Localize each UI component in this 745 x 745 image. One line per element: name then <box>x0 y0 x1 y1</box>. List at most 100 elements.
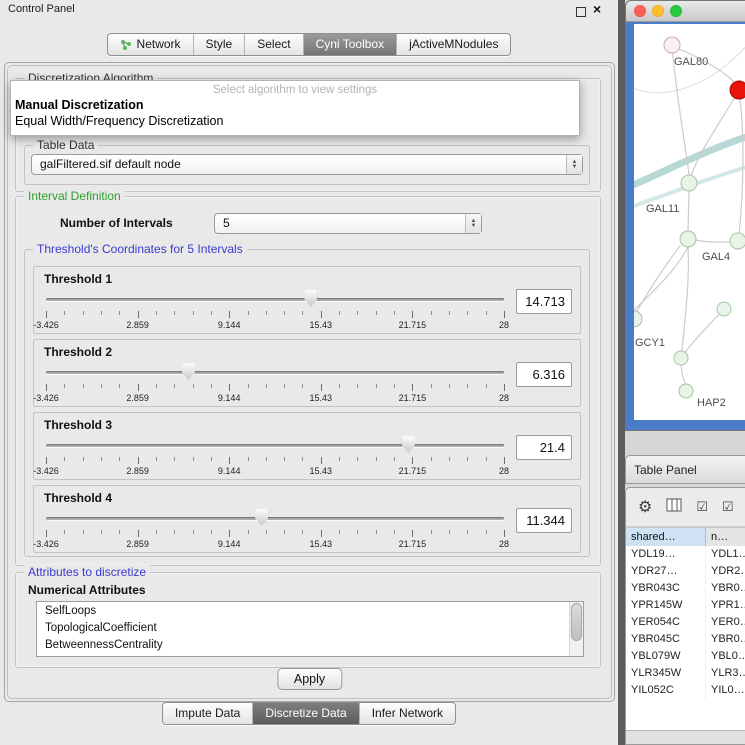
cell-shared-name[interactable]: YBR043C <box>626 580 706 597</box>
threshold-slider[interactable]: -3.4262.8599.14415.4321.71528 <box>46 289 504 331</box>
threshold-slider[interactable]: -3.4262.8599.14415.4321.71528 <box>46 362 504 404</box>
network-node[interactable] <box>681 175 697 191</box>
network-node[interactable] <box>664 37 680 53</box>
gear-icon[interactable]: ⚙ <box>638 497 652 517</box>
columns-icon[interactable] <box>666 498 682 517</box>
network-node[interactable] <box>679 384 693 398</box>
float-window-icon[interactable] <box>576 7 586 17</box>
close-icon[interactable]: × <box>593 1 601 17</box>
cell-name[interactable]: YDL1… <box>706 546 745 563</box>
table-row[interactable]: YER054C YER0… <box>626 614 745 631</box>
table-row[interactable]: YBR045C YBR0… <box>626 631 745 648</box>
slider-thumb[interactable] <box>304 290 317 307</box>
attribute-list-item[interactable]: SelfLoops <box>37 602 583 619</box>
threshold-value-field[interactable]: 6.316 <box>516 362 572 387</box>
table-row[interactable]: YLR345W YLR3… <box>626 665 745 682</box>
tab-cyni-toolbox[interactable]: Cyni Toolbox <box>303 34 396 55</box>
cell-name[interactable]: YBL0… <box>706 648 745 665</box>
slider-thumb[interactable] <box>255 509 268 526</box>
slider-thumb[interactable] <box>402 436 415 453</box>
cell-name[interactable]: YBR0… <box>706 631 745 648</box>
dropdown-option-equal-width-frequency[interactable]: Equal Width/Frequency Discretization <box>11 112 579 128</box>
tab-jactivemnodules[interactable]: jActiveMNodules <box>396 34 510 55</box>
column-header-name[interactable]: n… <box>706 528 745 548</box>
network-edge[interactable] <box>739 90 743 236</box>
slider-track[interactable] <box>46 298 504 301</box>
number-of-intervals-combobox[interactable]: 5 ▲▼ <box>214 213 482 234</box>
network-node[interactable] <box>680 231 696 247</box>
network-edge[interactable] <box>681 364 686 385</box>
apply-button[interactable]: Apply <box>277 668 342 690</box>
network-edge[interactable] <box>634 246 680 316</box>
network-window-titlebar[interactable] <box>626 1 745 22</box>
zoom-traffic-light-icon[interactable] <box>670 5 682 17</box>
select-all-icon[interactable]: ☑ <box>722 499 734 515</box>
close-traffic-light-icon[interactable] <box>634 5 646 17</box>
table-row[interactable]: YBL079W YBL0… <box>626 648 745 665</box>
tab-discretize-data[interactable]: Discretize Data <box>252 703 358 724</box>
threshold-body: -3.4262.8599.14415.4321.71528 11.344 <box>46 508 572 550</box>
network-edge[interactable] <box>684 309 724 354</box>
tab-network[interactable]: Network <box>108 34 193 55</box>
network-edge[interactable] <box>688 191 689 231</box>
threshold-slider[interactable]: -3.4262.8599.14415.4321.71528 <box>46 435 504 477</box>
column-header-shared-name[interactable]: shared… <box>626 528 706 548</box>
network-edge[interactable] <box>682 247 688 351</box>
combobox-stepper-icon[interactable]: ▲▼ <box>465 214 481 233</box>
scrollbar[interactable] <box>569 602 583 656</box>
cell-shared-name[interactable]: YBL079W <box>626 648 706 665</box>
inner-panel: Discretization Algorithm Table Data galF… <box>7 65 612 699</box>
threshold-value-field[interactable]: 14.713 <box>516 289 572 314</box>
table-row[interactable]: YDL19… YDL1… <box>626 546 745 563</box>
attribute-list-item[interactable]: TopologicalCoefficient <box>37 619 583 636</box>
tick-mark <box>46 311 47 318</box>
select-columns-icon[interactable]: ☑ <box>696 499 708 515</box>
table-row[interactable]: YBR043C YBR0… <box>626 580 745 597</box>
table-row[interactable]: YIL052C YIL0… <box>626 682 745 699</box>
cell-name[interactable]: YBR0… <box>706 580 745 597</box>
attributes-list[interactable]: SelfLoopsTopologicalCoefficientBetweenne… <box>36 601 584 657</box>
threshold-value-field[interactable]: 21.4 <box>516 435 572 460</box>
tab-style[interactable]: Style <box>193 34 245 55</box>
table-row[interactable]: YPR145W YPR1… <box>626 597 745 614</box>
threshold-slider[interactable]: -3.4262.8599.14415.4321.71528 <box>46 508 504 550</box>
network-node[interactable] <box>634 311 642 327</box>
tab-select[interactable]: Select <box>244 34 302 55</box>
table-row[interactable]: YDR27… YDR2… <box>626 563 745 580</box>
network-node[interactable] <box>730 233 745 249</box>
network-edge[interactable] <box>691 90 739 176</box>
combobox-stepper-icon[interactable]: ▲▼ <box>566 155 582 174</box>
slider-thumb[interactable] <box>182 363 195 380</box>
cell-shared-name[interactable]: YDL19… <box>626 546 706 563</box>
attribute-list-item[interactable]: BetweennessCentrality <box>37 636 583 653</box>
cell-shared-name[interactable]: YER054C <box>626 614 706 631</box>
cell-shared-name[interactable]: YLR345W <box>626 665 706 682</box>
cell-name[interactable]: YIL0… <box>706 682 745 699</box>
threshold-value-field[interactable]: 11.344 <box>516 508 572 533</box>
cell-name[interactable]: YPR1… <box>706 597 745 614</box>
network-node[interactable] <box>674 351 688 365</box>
cell-shared-name[interactable]: YBR045C <box>626 631 706 648</box>
horizontal-scrollbar[interactable] <box>626 730 745 744</box>
cell-shared-name[interactable]: YPR145W <box>626 597 706 614</box>
tick-mark <box>467 530 468 534</box>
cell-shared-name[interactable]: YDR27… <box>626 563 706 580</box>
scrollbar-thumb[interactable] <box>571 603 582 641</box>
network-node[interactable] <box>730 81 745 99</box>
tab-impute-data[interactable]: Impute Data <box>163 703 252 724</box>
cell-name[interactable]: YLR3… <box>706 665 745 682</box>
cell-name[interactable]: YER0… <box>706 614 745 631</box>
table-panel-titlebar[interactable]: Table Panel <box>625 455 745 484</box>
minimize-traffic-light-icon[interactable] <box>652 5 664 17</box>
tab-infer-network[interactable]: Infer Network <box>359 703 455 724</box>
table-data-combobox[interactable]: galFiltered.sif default node ▲▼ <box>31 154 583 175</box>
network-canvas[interactable]: GAL80GAL11GAL4GCY1HAP2 <box>634 24 745 420</box>
slider-track[interactable] <box>46 371 504 374</box>
cell-name[interactable]: YDR2… <box>706 563 745 580</box>
number-of-intervals-label: Number of Intervals <box>60 216 173 230</box>
slider-track[interactable] <box>46 517 504 520</box>
cell-shared-name[interactable]: YIL052C <box>626 682 706 699</box>
dropdown-option-manual-discretization[interactable]: Manual Discretization <box>11 96 579 112</box>
slider-track[interactable] <box>46 444 504 447</box>
network-node[interactable] <box>717 302 731 316</box>
